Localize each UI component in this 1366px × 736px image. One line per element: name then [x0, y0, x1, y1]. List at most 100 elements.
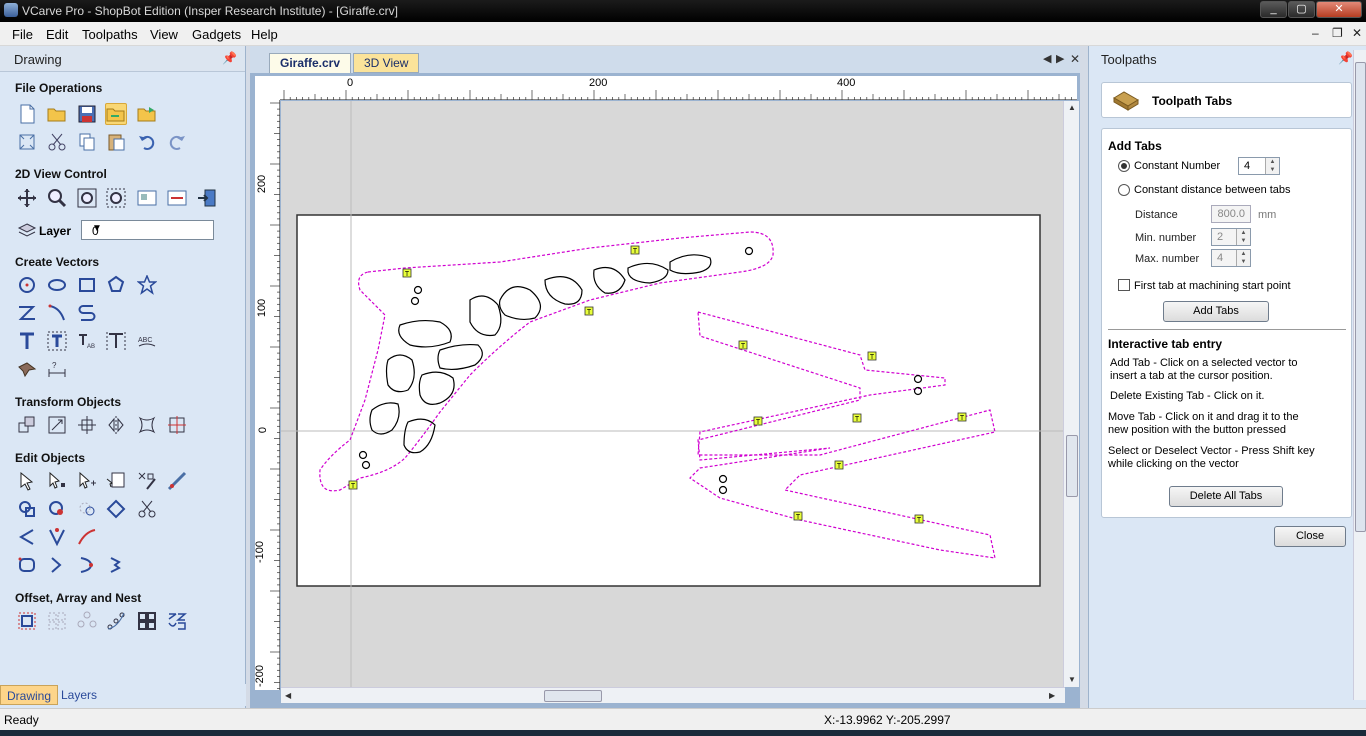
horizontal-scroll-thumb[interactable] [544, 690, 602, 702]
auto-layout-text-icon[interactable]: AB [76, 330, 98, 352]
tab-marker[interactable]: T [584, 306, 594, 316]
set-origin-icon[interactable] [166, 414, 188, 436]
measure-icon[interactable] [166, 470, 188, 492]
draw-circle-icon[interactable] [16, 274, 38, 296]
smooth-icon[interactable] [76, 526, 98, 548]
draw-rectangle-icon[interactable] [76, 274, 98, 296]
scroll-left-icon[interactable]: ◀ [285, 691, 291, 700]
tab-layers[interactable]: Layers [55, 685, 103, 705]
dimension-icon[interactable]: ? [46, 358, 68, 380]
tab-scroll-right-icon[interactable]: ▶ [1056, 52, 1064, 65]
interactive-select-icon[interactable] [76, 470, 98, 492]
undo-icon[interactable] [136, 131, 158, 153]
import-bitmap-icon[interactable] [136, 103, 158, 125]
copy-along-vector-icon[interactable] [105, 610, 127, 632]
max-number-stepper[interactable]: 4 ▲ ▼ [1211, 249, 1251, 267]
fillet-icon[interactable] [16, 526, 38, 548]
constant-number-stepper[interactable]: 4 ▲ ▼ [1238, 157, 1280, 175]
cut-icon[interactable] [46, 131, 68, 153]
array-copy-icon[interactable] [46, 610, 68, 632]
distance-field[interactable]: 800.0 [1211, 205, 1251, 223]
tab-marker[interactable]: T [630, 245, 640, 255]
node-edit-icon[interactable] [46, 470, 68, 492]
offset-vector-icon[interactable] [16, 554, 38, 576]
zoom-icon[interactable] [46, 187, 68, 209]
close-window-icon[interactable]: ✕ [1316, 1, 1362, 18]
panel-scrollbar[interactable] [1353, 50, 1366, 700]
curve-fit-icon[interactable] [136, 498, 158, 520]
constant-number-radio[interactable] [1118, 160, 1130, 172]
mdi-restore-icon[interactable]: ❐ [1332, 26, 1343, 40]
tab-marker[interactable]: T [852, 413, 862, 423]
draw-ellipse-icon[interactable] [46, 274, 68, 296]
selection-tools-icon[interactable] [105, 470, 127, 492]
menu-edit[interactable]: Edit [46, 27, 68, 42]
draw-polyline-icon[interactable] [16, 302, 38, 324]
join-open-icon[interactable] [105, 554, 127, 576]
save-icon[interactable] [76, 103, 98, 125]
move-icon[interactable] [16, 414, 38, 436]
stepper-arrows-icon[interactable]: ▲ ▼ [1236, 250, 1250, 266]
draw-curve-icon[interactable] [76, 302, 98, 324]
mirror-icon[interactable] [105, 414, 127, 436]
join-vectors-icon[interactable] [105, 498, 127, 520]
close-document-icon[interactable]: ✕ [1070, 52, 1080, 66]
tab-marker[interactable]: T [834, 460, 844, 470]
min-number-stepper[interactable]: 2 ▲ ▼ [1211, 228, 1251, 246]
panel-scroll-thumb[interactable] [1355, 62, 1366, 532]
first-tab-checkbox[interactable] [1118, 279, 1130, 291]
add-tabs-button[interactable]: Add Tabs [1163, 301, 1269, 322]
tab-marker[interactable]: T [738, 340, 748, 350]
maximize-icon[interactable]: ▢ [1288, 1, 1315, 18]
tab-3d-view[interactable]: 3D View [353, 53, 420, 73]
show-3d-icon[interactable] [196, 187, 218, 209]
scale-icon[interactable] [46, 414, 68, 436]
fit-text-icon[interactable]: ABC [136, 330, 158, 352]
tab-marker[interactable]: T [957, 412, 967, 422]
vertical-scrollbar[interactable]: ▲ ▼ [1063, 101, 1079, 687]
distort-icon[interactable] [136, 414, 158, 436]
trim-icon[interactable] [136, 470, 158, 492]
text-on-curve-icon[interactable] [46, 330, 68, 352]
node-curve-icon[interactable] [76, 554, 98, 576]
pin-icon[interactable]: 📌 [222, 51, 237, 65]
nest-shapes-icon[interactable] [166, 610, 188, 632]
menu-view[interactable]: View [150, 27, 178, 42]
scroll-down-icon[interactable]: ▼ [1068, 675, 1076, 684]
tab-marker[interactable]: T [348, 480, 358, 490]
job-setup-icon[interactable] [16, 131, 38, 153]
mdi-close-icon[interactable]: ✕ [1352, 26, 1362, 40]
mdi-minimize-icon[interactable]: – [1312, 26, 1319, 40]
tab-giraffe-crv[interactable]: Giraffe.crv [269, 53, 352, 73]
extend-icon[interactable] [46, 526, 68, 548]
text-arc-icon[interactable] [105, 330, 127, 352]
draw-polygon-icon[interactable] [105, 274, 127, 296]
close-vector-icon[interactable] [46, 554, 68, 576]
stepper-arrows-icon[interactable]: ▲ ▼ [1236, 229, 1250, 245]
nest-parts-icon[interactable] [136, 610, 158, 632]
drawing-svg[interactable]: T T T T T T T T T T T T [281, 101, 1065, 687]
open-file-icon[interactable] [46, 103, 68, 125]
menu-file[interactable]: File [12, 27, 33, 42]
close-button[interactable]: Close [1274, 526, 1346, 547]
import-vectors-icon[interactable] [105, 103, 127, 125]
tab-marker[interactable]: T [867, 351, 877, 361]
tab-drawing[interactable]: Drawing [0, 685, 59, 705]
ruler-toggle-icon[interactable] [166, 187, 188, 209]
draw-star-icon[interactable] [136, 274, 158, 296]
weld-icon[interactable] [16, 498, 38, 520]
copy-icon[interactable] [76, 131, 98, 153]
delete-all-tabs-button[interactable]: Delete All Tabs [1169, 486, 1283, 507]
drawing-canvas[interactable]: T T T T T T T T T T T T [281, 101, 1065, 687]
constant-distance-radio[interactable] [1118, 184, 1130, 196]
offset-icon[interactable] [16, 610, 38, 632]
zoom-selection-icon[interactable] [105, 187, 127, 209]
align-icon[interactable] [76, 414, 98, 436]
tab-scroll-left-icon[interactable]: ◀ [1043, 52, 1051, 65]
layer-select[interactable]: 0 ▼ [81, 220, 214, 240]
view-toggle-icon[interactable] [136, 187, 158, 209]
bitmap-trace-icon[interactable] [16, 358, 38, 380]
menu-gadgets[interactable]: Gadgets [192, 27, 241, 42]
new-file-icon[interactable] [16, 103, 38, 125]
draw-text-icon[interactable] [16, 330, 38, 352]
